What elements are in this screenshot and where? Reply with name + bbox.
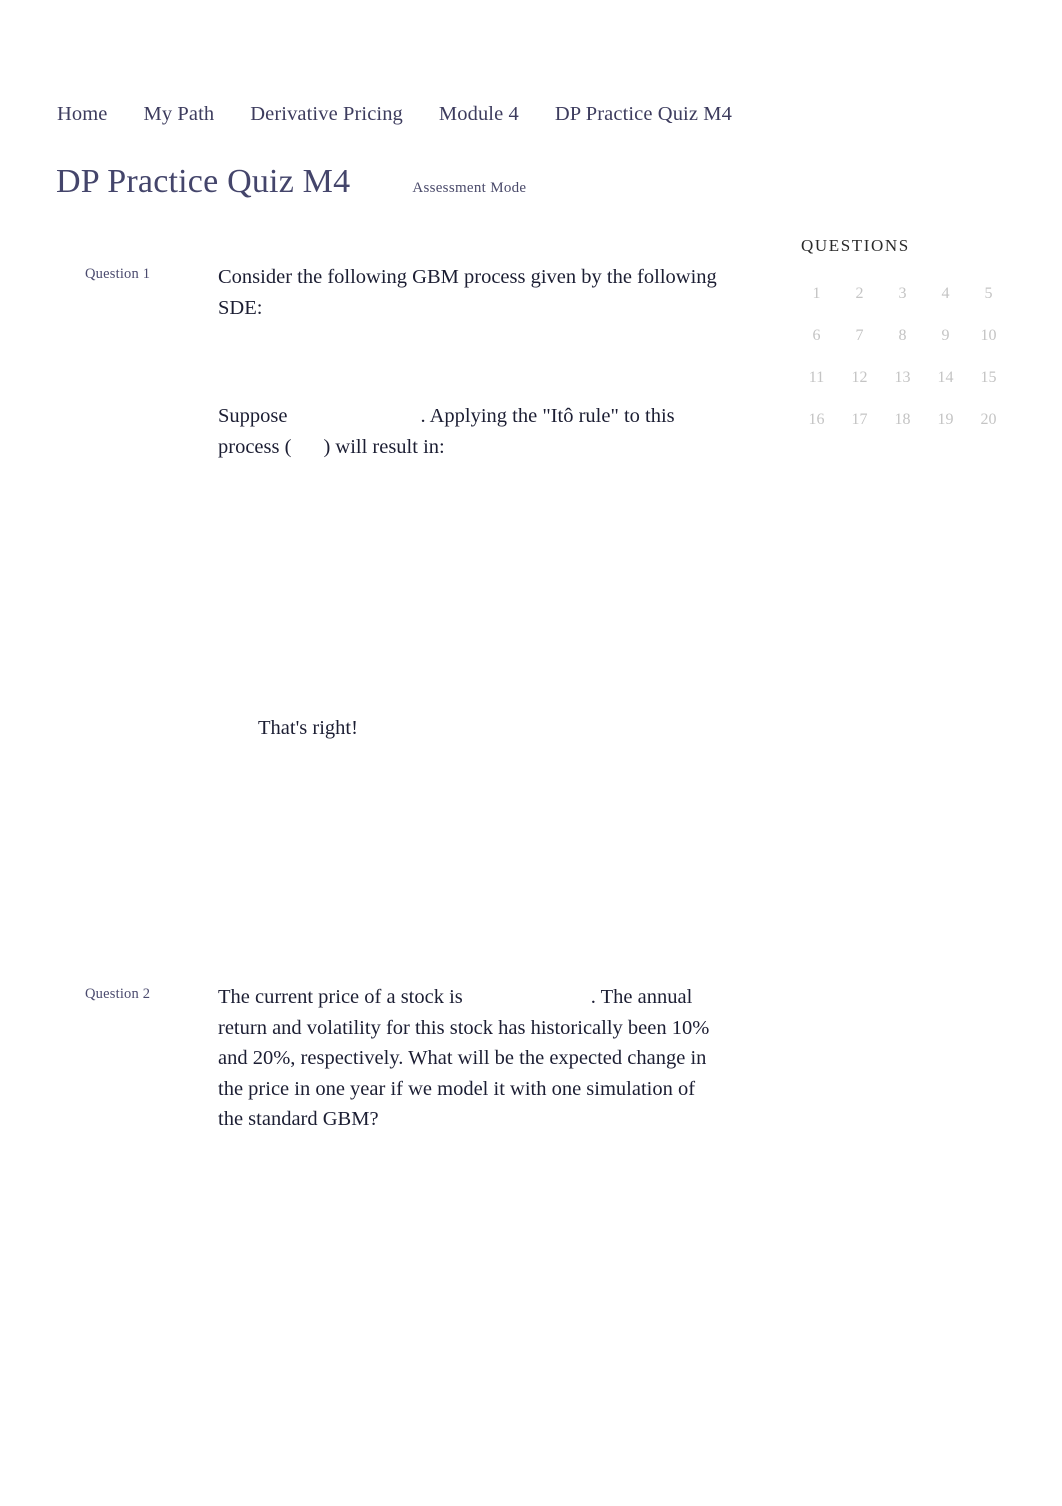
breadcrumb-item-home[interactable]: Home: [57, 103, 108, 126]
question-2-choices: [218, 1157, 718, 1365]
question-2-choice-d[interactable]: [218, 1313, 718, 1365]
question-block-1: Question 1 Consider the following GBM pr…: [0, 262, 760, 743]
question-2-prompt-part-1: The current price of a stock is: [218, 986, 463, 1008]
question-block-2: Question 2 The current price of a stock …: [0, 982, 760, 1385]
question-1-choices: [218, 484, 718, 692]
question-number-9[interactable]: 9: [924, 328, 967, 344]
question-number-16[interactable]: 16: [795, 412, 838, 428]
page-title: DP Practice Quiz M4: [56, 163, 351, 200]
question-2-choice-c[interactable]: [218, 1261, 718, 1313]
question-number-14[interactable]: 14: [924, 370, 967, 386]
questions-panel-title: QUESTIONS: [801, 236, 910, 255]
question-number-8[interactable]: 8: [881, 328, 924, 344]
question-number-17[interactable]: 17: [838, 412, 881, 428]
question-number-3[interactable]: 3: [881, 286, 924, 302]
question-body-1: Consider the following GBM process given…: [218, 262, 718, 743]
question-1-choice-d[interactable]: [218, 640, 718, 692]
question-1-sde-formula: [218, 323, 718, 401]
question-number-18[interactable]: 18: [881, 412, 924, 428]
question-1-prompt-part-2: Suppose. Applying the "Itô rule" to this…: [218, 401, 718, 462]
question-1-feedback: That's right!: [258, 716, 358, 739]
question-2-choice-b[interactable]: [218, 1209, 718, 1261]
question-label-2: Question 2: [85, 986, 151, 1002]
question-number-20[interactable]: 20: [967, 412, 1010, 428]
question-number-5[interactable]: 5: [967, 286, 1010, 302]
question-1-prompt-suppose: Suppose: [218, 405, 288, 427]
question-number-19[interactable]: 19: [924, 412, 967, 428]
question-number-6[interactable]: 6: [795, 328, 838, 344]
question-number-12[interactable]: 12: [838, 370, 881, 386]
question-number-10[interactable]: 10: [967, 328, 1010, 344]
questions-panel: QUESTIONS 1 2 3 4 5 6 7 8 9 10 11 12 13 …: [795, 236, 1010, 428]
question-1-choice-b[interactable]: [218, 536, 718, 588]
question-number-7[interactable]: 7: [838, 328, 881, 344]
assessment-mode-badge: Assessment Mode: [412, 180, 527, 196]
question-label-1: Question 1: [85, 266, 151, 282]
question-1-prompt-part-1: Consider the following GBM process given…: [218, 266, 717, 319]
question-number-2[interactable]: 2: [838, 286, 881, 302]
question-1-choice-c[interactable]: [218, 588, 718, 640]
question-number-1[interactable]: 1: [795, 286, 838, 302]
page-header: DP Practice Quiz M4 Assessment Mode: [56, 163, 526, 201]
question-1-choice-a[interactable]: [218, 484, 718, 536]
breadcrumb-item-dp-practice-quiz-m4[interactable]: DP Practice Quiz M4: [555, 103, 732, 126]
question-number-4[interactable]: 4: [924, 286, 967, 302]
breadcrumb-item-derivative-pricing[interactable]: Derivative Pricing: [250, 103, 403, 126]
question-1-prompt-result: ) will result in:: [323, 435, 445, 458]
question-number-grid: 1 2 3 4 5 6 7 8 9 10 11 12 13 14 15 16 1…: [795, 286, 1010, 428]
question-number-11[interactable]: 11: [795, 370, 838, 386]
breadcrumb: Home My Path Derivative Pricing Module 4…: [57, 103, 732, 126]
question-body-2: The current price of a stock is. The ann…: [218, 982, 718, 1365]
question-2-prompt: The current price of a stock is. The ann…: [218, 982, 718, 1135]
question-number-13[interactable]: 13: [881, 370, 924, 386]
question-2-choice-a[interactable]: [218, 1157, 718, 1209]
question-number-15[interactable]: 15: [967, 370, 1010, 386]
breadcrumb-item-my-path[interactable]: My Path: [144, 103, 215, 126]
breadcrumb-item-module-4[interactable]: Module 4: [439, 103, 519, 126]
